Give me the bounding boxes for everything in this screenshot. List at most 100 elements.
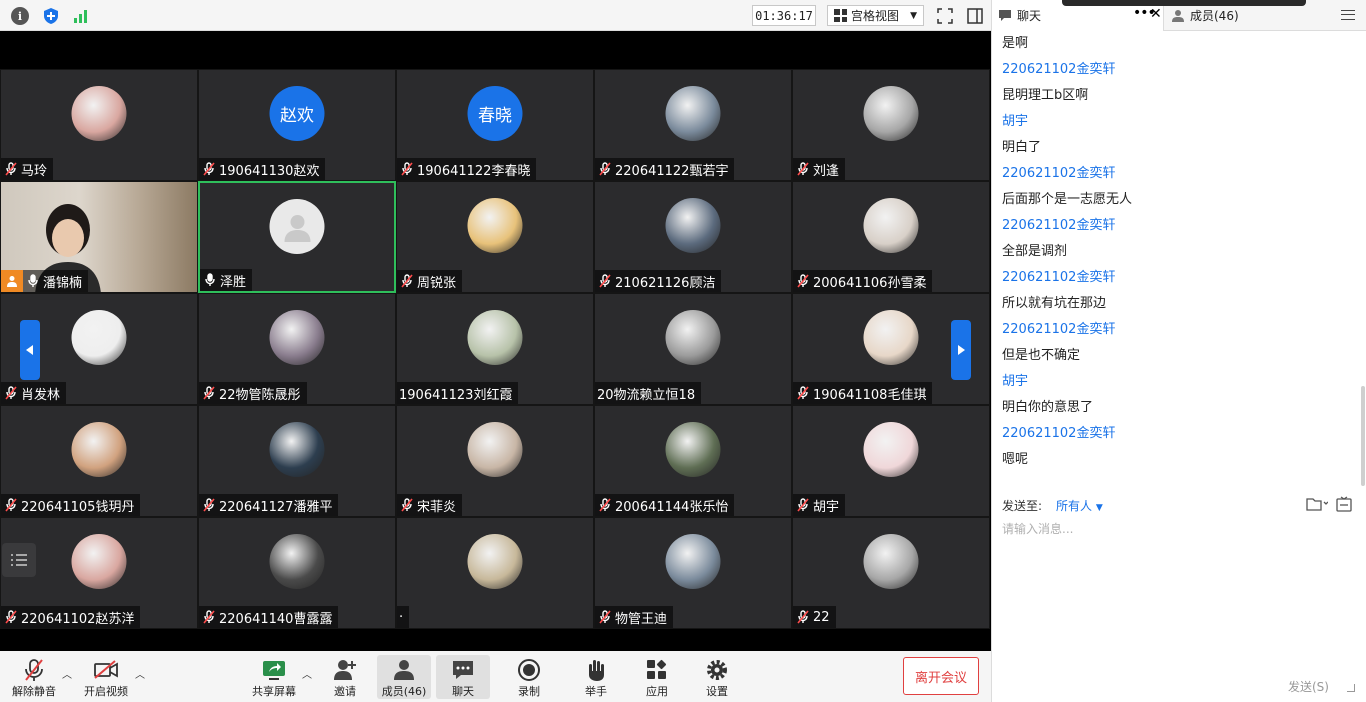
participant-nameplate: 20物流赖立恒18 <box>595 382 702 404</box>
view-mode-dropdown[interactable]: 宫格视图 ▼ <box>827 5 924 26</box>
participant-tile[interactable]: 220641105钱玥丹 <box>0 405 198 517</box>
participant-tile[interactable]: 胡宇 <box>792 405 990 517</box>
security-shield-icon[interactable] <box>41 6 61 26</box>
participant-nameplate: 220641127潘雅平 <box>199 494 339 516</box>
participant-name: 200641106孙雪柔 <box>813 275 927 291</box>
raise-hand-button[interactable]: 举手 <box>577 655 615 699</box>
side-panel: 聊天 ••• ✕ 成员(46) 是啊 220621102金奕轩 昆明理工b区啊 胡宇明… <box>991 0 1366 702</box>
prev-page-button[interactable] <box>20 320 40 380</box>
participant-nameplate: 潘锦楠 <box>1 270 89 292</box>
tab-members[interactable]: 成员(46) <box>1165 0 1330 31</box>
invite-label: 邀请 <box>334 685 356 698</box>
apps-button[interactable]: 应用 <box>638 655 676 699</box>
chat-input[interactable]: 请输入消息... <box>1002 520 1073 537</box>
participant-tile[interactable]: 200641106孙雪柔 <box>792 181 990 293</box>
participant-name: 宋菲炎 <box>417 499 457 515</box>
participant-tile[interactable]: 赵欢 190641130赵欢 <box>198 69 396 181</box>
participant-tile[interactable]: 泽胜 <box>198 181 396 293</box>
host-badge-icon <box>1 270 23 292</box>
participant-tile[interactable]: 220641127潘雅平 <box>198 405 396 517</box>
participant-nameplate: 190641122李春晓 <box>397 158 537 180</box>
participant-tile[interactable]: 190641123刘红霞 <box>396 293 594 405</box>
participant-avatar <box>467 198 523 253</box>
participant-tile[interactable]: 春晓 190641122李春晓 <box>396 69 594 181</box>
participant-tile[interactable]: 210621126顾洁 <box>594 181 792 293</box>
participant-name: 刘逢 <box>813 163 840 179</box>
chat-message-text: 但是也不确定 <box>1002 347 1081 363</box>
send-to-dropdown[interactable]: 所有人 ▼ <box>1056 497 1103 514</box>
participant-avatar <box>71 534 127 589</box>
participant-tile[interactable]: 22物管陈晟彤 <box>198 293 396 405</box>
file-icon[interactable] <box>1306 496 1329 516</box>
mic-muted-icon <box>595 494 615 516</box>
members-button[interactable]: 成员(46) <box>377 655 431 699</box>
chat-sender-name[interactable]: 胡宇 <box>1002 366 1347 392</box>
list-view-button[interactable] <box>2 543 36 577</box>
announcement-icon[interactable] <box>1336 496 1352 516</box>
participant-tile[interactable]: 物管王迪 <box>594 517 792 629</box>
participant-tile[interactable]: 宋菲炎 <box>396 405 594 517</box>
participant-avatar <box>863 310 919 365</box>
participant-tile[interactable]: 潘锦楠 <box>0 181 198 293</box>
mic-muted-icon <box>793 158 813 180</box>
participant-name: 潘锦楠 <box>43 275 83 291</box>
mic-muted-icon <box>1 606 21 628</box>
participant-tile[interactable]: 20物流赖立恒18 <box>594 293 792 405</box>
participant-tile[interactable]: 马玲 <box>0 69 198 181</box>
mic-muted-icon <box>23 657 45 683</box>
close-icon[interactable]: ✕ <box>1150 6 1162 22</box>
participant-nameplate: 胡宇 <box>793 494 846 516</box>
chat-sender-name[interactable]: 220621102金奕轩 <box>1002 418 1347 444</box>
chat-sender-name[interactable]: 220621102金奕轩 <box>1002 314 1347 340</box>
participant-tile[interactable]: 刘逢 <box>792 69 990 181</box>
next-page-button[interactable] <box>951 320 971 380</box>
unmute-button[interactable]: 解除静音 <box>8 655 60 699</box>
leave-meeting-button[interactable]: 离开会议 <box>903 657 979 695</box>
chat-button[interactable]: 聊天 <box>436 655 490 699</box>
chat-sender-name[interactable]: 胡宇 <box>1002 106 1347 132</box>
mic-muted-icon <box>199 606 219 628</box>
tab-members-label: 成员(46) <box>1190 9 1239 23</box>
participant-name: 220641122甄若宇 <box>615 163 729 179</box>
participant-nameplate: 220641140曹露露 <box>199 606 339 628</box>
participant-tile[interactable]: 220641122甄若宇 <box>594 69 792 181</box>
fullscreen-icon[interactable] <box>935 6 955 26</box>
chat-sender-name[interactable]: 220621102金奕轩 <box>1002 210 1347 236</box>
audio-options-chevron-icon[interactable]: ︿ <box>62 666 72 681</box>
participant-tile[interactable]: · <box>396 517 594 629</box>
video-options-chevron-icon[interactable]: ︿ <box>135 666 145 681</box>
participant-avatar <box>863 198 919 253</box>
settings-button[interactable]: 设置 <box>698 655 736 699</box>
sidebar-toggle-icon[interactable] <box>965 6 985 26</box>
chat-sender-name[interactable]: 220621102金奕轩 <box>1002 54 1347 80</box>
chat-message-text: 后面那个是一志愿无人 <box>1002 191 1133 207</box>
info-icon[interactable]: i <box>10 6 30 26</box>
invite-button[interactable]: 邀请 <box>325 655 365 699</box>
chat-scrollbar[interactable] <box>1361 386 1365 486</box>
record-button[interactable]: 录制 <box>510 655 548 699</box>
participant-tile[interactable]: 220641140曹露露 <box>198 517 396 629</box>
participant-tile[interactable]: 200641144张乐怡 <box>594 405 792 517</box>
chat-sender-name[interactable]: 220621102金奕轩 <box>1002 158 1347 184</box>
start-video-button[interactable]: 开启视频 <box>80 655 132 699</box>
tab-chat-label: 聊天 <box>1017 9 1042 23</box>
mic-muted-icon <box>793 382 813 404</box>
panel-menu-icon[interactable] <box>1338 6 1358 24</box>
apps-grid-icon <box>646 657 668 683</box>
share-options-chevron-icon[interactable]: ︿ <box>302 666 312 681</box>
participant-avatar <box>269 422 325 477</box>
chat-message-text: 嗯呢 <box>1002 451 1029 467</box>
send-button[interactable]: 发送(S) <box>1288 678 1329 695</box>
participant-tile[interactable]: 周锐张 <box>396 181 594 293</box>
raise-hand-label: 举手 <box>585 685 607 698</box>
mic-muted-icon <box>1 494 21 516</box>
chat-sender-name[interactable]: 220621102金奕轩 <box>1002 262 1347 288</box>
resize-handle[interactable] <box>1347 684 1355 692</box>
participant-name: 220641105钱玥丹 <box>21 499 135 515</box>
network-signal-icon[interactable] <box>72 6 92 26</box>
share-screen-button[interactable]: 共享屏幕 <box>249 655 299 699</box>
participant-nameplate: 22物管陈晟彤 <box>199 382 307 404</box>
participant-nameplate: 220641105钱玥丹 <box>1 494 141 516</box>
participant-tile[interactable]: 22 <box>792 517 990 629</box>
participant-avatar <box>665 422 721 477</box>
